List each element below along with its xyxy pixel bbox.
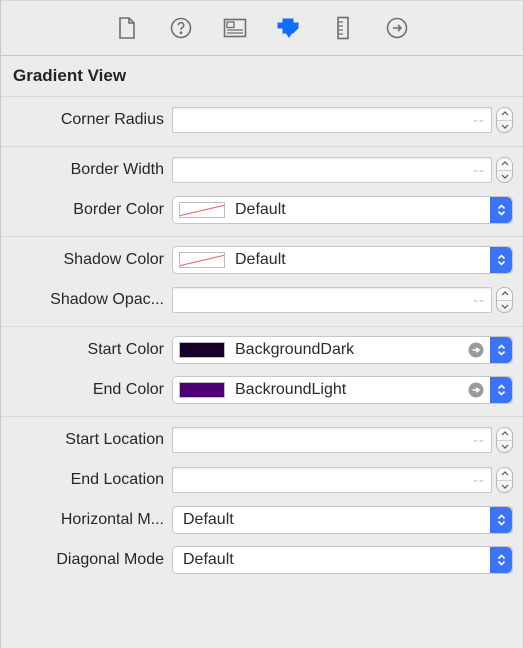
popup-chevrons-icon xyxy=(490,337,512,363)
label-start-color: Start Color xyxy=(11,341,166,359)
label-shadow-color: Shadow Color xyxy=(11,251,166,269)
corner-radius-field[interactable]: -- xyxy=(172,107,492,133)
color-well-none xyxy=(179,252,225,268)
label-diagonal-mode: Diagonal Mode xyxy=(11,551,166,569)
chevron-down-icon[interactable] xyxy=(497,481,512,493)
popup-chevrons-icon xyxy=(490,377,512,403)
border-color-popup[interactable]: Default xyxy=(172,196,513,224)
label-end-location: End Location xyxy=(11,471,166,489)
file-icon[interactable] xyxy=(113,14,141,42)
start-color-popup[interactable]: BackgroundDark xyxy=(172,336,513,364)
connections-icon[interactable] xyxy=(383,14,411,42)
corner-radius-stepper[interactable] xyxy=(496,107,513,133)
start-location-field[interactable]: -- xyxy=(172,427,492,453)
color-well-end xyxy=(179,382,225,398)
chevron-down-icon[interactable] xyxy=(497,441,512,453)
chevron-up-icon[interactable] xyxy=(497,468,512,481)
label-border-color: Border Color xyxy=(11,201,166,219)
start-location-stepper[interactable] xyxy=(496,427,513,453)
label-shadow-opacity: Shadow Opac... xyxy=(11,291,166,309)
popup-chevrons-icon xyxy=(490,547,512,573)
end-location-stepper[interactable] xyxy=(496,467,513,493)
group-border: Border Width -- Border Color Default xyxy=(1,147,523,237)
label-horizontal-mode: Horizontal M... xyxy=(11,511,166,529)
shadow-opacity-stepper[interactable] xyxy=(496,287,513,313)
popup-chevrons-icon xyxy=(490,247,512,273)
chevron-up-icon[interactable] xyxy=(497,108,512,121)
attributes-icon[interactable] xyxy=(275,14,303,42)
identity-icon[interactable] xyxy=(221,14,249,42)
chevron-up-icon[interactable] xyxy=(497,428,512,441)
shadow-opacity-field[interactable]: -- xyxy=(172,287,492,313)
color-well-none xyxy=(179,202,225,218)
diagonal-mode-popup[interactable]: Default xyxy=(172,546,513,574)
group-gradient-colors: Start Color BackgroundDark End Color xyxy=(1,327,523,417)
horizontal-mode-popup[interactable]: Default xyxy=(172,506,513,534)
link-arrow-icon[interactable] xyxy=(466,340,486,360)
label-start-location: Start Location xyxy=(11,431,166,449)
border-width-field[interactable]: -- xyxy=(172,157,492,183)
end-location-field[interactable]: -- xyxy=(172,467,492,493)
inspector-tabbar xyxy=(1,1,523,56)
color-well-start xyxy=(179,342,225,358)
section-title: Gradient View xyxy=(1,56,523,97)
group-corner-radius: Corner Radius -- xyxy=(1,97,523,147)
chevron-down-icon[interactable] xyxy=(497,301,512,313)
group-locations-modes: Start Location -- End Location -- Horizo… xyxy=(1,417,523,586)
popup-chevrons-icon xyxy=(490,507,512,533)
size-icon[interactable] xyxy=(329,14,357,42)
label-corner-radius: Corner Radius xyxy=(11,111,166,129)
end-color-popup[interactable]: BackroundLight xyxy=(172,376,513,404)
label-end-color: End Color xyxy=(11,381,166,399)
group-shadow: Shadow Color Default Shadow Opac... -- xyxy=(1,237,523,327)
chevron-up-icon[interactable] xyxy=(497,158,512,171)
chevron-down-icon[interactable] xyxy=(497,121,512,133)
popup-chevrons-icon xyxy=(490,197,512,223)
chevron-down-icon[interactable] xyxy=(497,171,512,183)
border-width-stepper[interactable] xyxy=(496,157,513,183)
chevron-up-icon[interactable] xyxy=(497,288,512,301)
inspector-panel: Gradient View Corner Radius -- Border Wi… xyxy=(0,0,524,648)
link-arrow-icon[interactable] xyxy=(466,380,486,400)
help-icon[interactable] xyxy=(167,14,195,42)
label-border-width: Border Width xyxy=(11,161,166,179)
shadow-color-popup[interactable]: Default xyxy=(172,246,513,274)
